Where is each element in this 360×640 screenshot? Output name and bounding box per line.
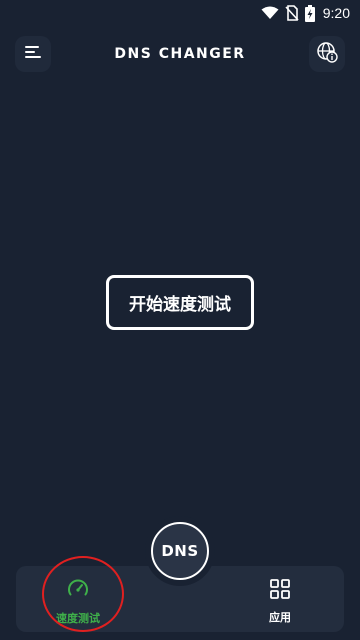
app-header: DNS CHANGER	[0, 36, 360, 74]
highlight-circle	[42, 556, 124, 632]
menu-button[interactable]	[15, 36, 51, 72]
status-bar: 9:20	[0, 0, 360, 26]
no-sim-icon	[285, 5, 299, 21]
app-title: DNS CHANGER	[114, 46, 246, 62]
globe-info-icon	[316, 41, 338, 67]
battery-charging-icon	[304, 4, 315, 22]
info-button[interactable]	[309, 36, 345, 72]
grid-apps-icon	[269, 578, 291, 604]
wifi-icon	[261, 6, 279, 20]
hamburger-menu-icon	[24, 44, 42, 64]
start-speed-test-button[interactable]: 开始速度测试	[106, 275, 254, 330]
nav-item-apps[interactable]: 应用	[240, 574, 320, 628]
nav-label-apps: 应用	[269, 610, 291, 624]
dns-fab-button[interactable]: DNS	[151, 522, 209, 580]
status-time: 9:20	[322, 5, 350, 21]
